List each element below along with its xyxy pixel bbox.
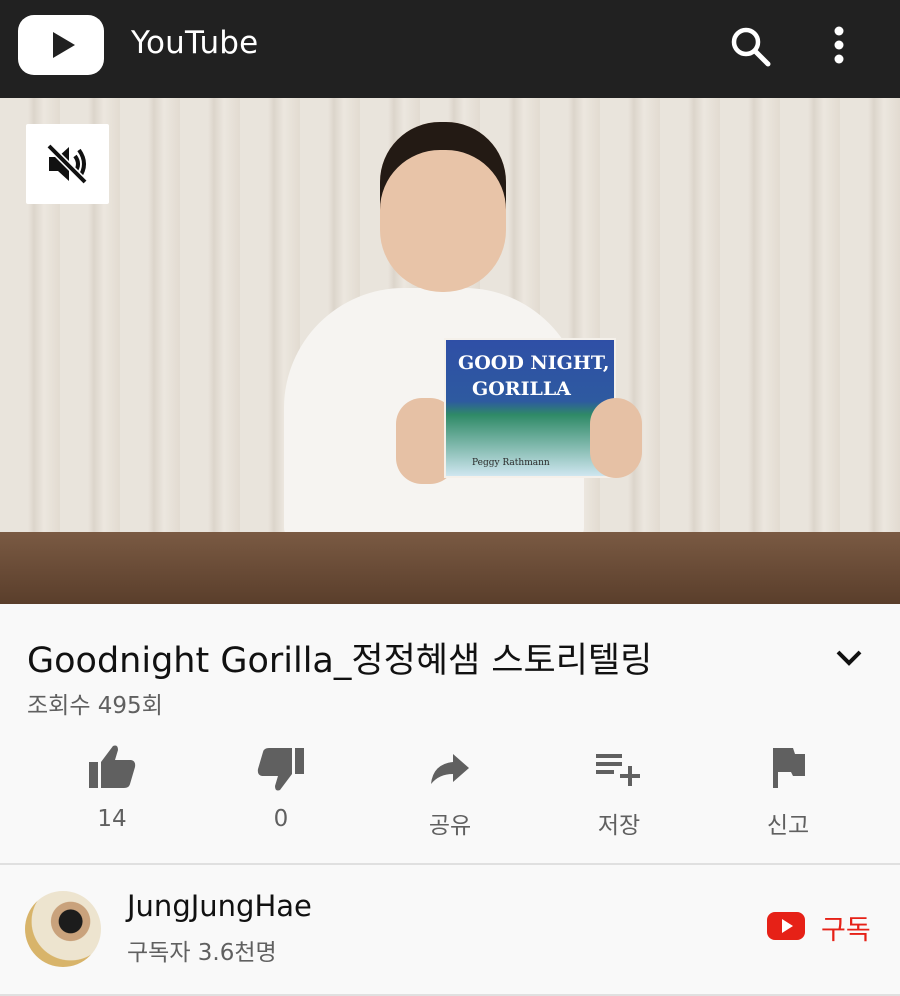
thumbs-up-icon	[89, 745, 136, 788]
channel-name[interactable]: JungJungHae	[127, 889, 312, 923]
search-icon	[731, 27, 771, 67]
report-label: 신고	[766, 813, 810, 839]
presenter-head	[380, 122, 506, 292]
volume-off-icon	[46, 143, 88, 185]
unmute-button[interactable]	[26, 124, 109, 204]
like-button[interactable]: 14	[27, 740, 197, 832]
dislike-count: 0	[273, 806, 289, 832]
search-button[interactable]	[728, 24, 774, 70]
thumbs-down-icon	[257, 748, 304, 791]
subscriber-count: 구독자 3.6천명	[127, 940, 277, 966]
book-author: Peggy Rathmann	[472, 458, 550, 468]
more-options-button[interactable]	[822, 24, 856, 70]
app-header: YouTube	[0, 0, 900, 98]
playlist-add-icon	[596, 754, 640, 786]
presenter-right-hand	[590, 398, 642, 478]
wooden-table	[0, 532, 900, 604]
share-button[interactable]: 공유	[365, 740, 535, 840]
chevron-down-icon	[836, 650, 862, 666]
subscribe-label: 구독	[821, 915, 871, 946]
section-divider	[0, 863, 900, 865]
youtube-play-icon	[767, 912, 805, 940]
share-icon	[431, 754, 469, 784]
book-title-line2: GORILLA	[472, 378, 571, 400]
youtube-logo-icon[interactable]	[18, 15, 104, 75]
report-button[interactable]: 신고	[703, 740, 873, 840]
like-count: 14	[97, 806, 127, 832]
share-label: 공유	[428, 813, 472, 839]
more-vert-icon	[834, 26, 844, 64]
flag-icon	[773, 748, 805, 788]
app-title: YouTube	[131, 25, 259, 61]
view-count: 조회수 495회	[27, 693, 163, 719]
save-button[interactable]: 저장	[534, 740, 704, 840]
channel-avatar[interactable]	[25, 891, 101, 967]
book-title-line1: GOOD NIGHT,	[458, 352, 610, 374]
video-title: Goodnight Gorilla_정정혜샘 스토리텔링	[27, 641, 653, 681]
video-player[interactable]: GOOD NIGHT, GORILLA Peggy Rathmann	[0, 98, 900, 604]
dislike-button[interactable]: 0	[196, 740, 366, 832]
action-bar: 14 0 공유 저장 신고	[27, 740, 873, 850]
expand-description-button[interactable]	[832, 646, 866, 670]
save-label: 저장	[597, 813, 641, 839]
